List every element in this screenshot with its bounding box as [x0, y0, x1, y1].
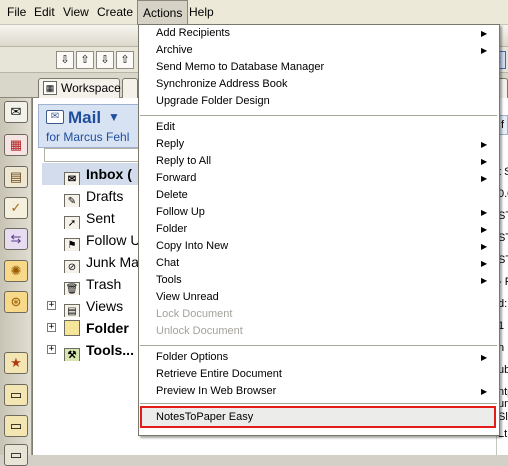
menu-retrieve-entire-document[interactable]: Retrieve Entire Document: [156, 366, 282, 383]
calendar-bookmark-icon[interactable]: ▦: [4, 134, 28, 156]
views-icon: ▤: [64, 304, 80, 317]
menu-reply[interactable]: Reply: [156, 136, 184, 153]
menu-create[interactable]: Create: [92, 0, 138, 25]
junk-mail-icon: ⊘: [64, 260, 80, 273]
menu-send-memo-db-manager[interactable]: Send Memo to Database Manager: [156, 59, 324, 76]
folder-bookmark-2-icon[interactable]: ▭: [4, 415, 28, 437]
search-box[interactable]: [44, 148, 144, 162]
menu-lock-document: Lock Document: [156, 308, 233, 320]
folder-bookmark-icon[interactable]: ▭: [4, 384, 28, 406]
menu-forward[interactable]: Forward: [156, 170, 196, 187]
menu-upgrade-folder-design[interactable]: Upgrade Folder Design: [156, 93, 270, 110]
nav-drafts[interactable]: ✎ Drafts: [64, 185, 144, 207]
submenu-arrow-icon: ▶: [481, 157, 488, 166]
down-arrow-icon[interactable]: ⇩: [56, 51, 74, 69]
menu-notestopaper-easy[interactable]: NotesToPaper Easy: [156, 409, 253, 426]
submenu-arrow-icon: ▶: [481, 140, 488, 149]
menu-folder[interactable]: Folder: [156, 221, 187, 238]
mail-bookmark-icon[interactable]: ✉: [4, 101, 28, 123]
nav-trash[interactable]: 🗑 Trash: [64, 273, 144, 295]
mail-envelope-icon: ✉: [46, 110, 64, 124]
submenu-arrow-icon: ▶: [481, 46, 488, 55]
submenu-arrow-icon: ▶: [481, 225, 488, 234]
nav-views-label: Views: [86, 298, 124, 314]
submenu-arrow-icon: ▶: [481, 174, 488, 183]
nav-trash-label: Trash: [86, 276, 122, 292]
sent-icon: ➚: [64, 216, 80, 229]
mail-owner: for Marcus Fehl: [46, 130, 130, 144]
trash-icon: 🗑: [64, 282, 80, 295]
next-up-icon[interactable]: ⇧: [116, 51, 134, 69]
starred-folder-icon[interactable]: ★: [4, 352, 28, 374]
menu-archive[interactable]: Archive: [156, 42, 193, 59]
contacts-bookmark-icon[interactable]: ▤: [4, 166, 28, 188]
submenu-arrow-icon: ▶: [481, 29, 488, 38]
menu-edit-item[interactable]: Edit: [156, 119, 175, 136]
nav-inbox-label: Inbox (: [86, 166, 132, 182]
nav-sent-label: Sent: [86, 210, 115, 226]
menu-tools[interactable]: Tools: [156, 272, 182, 289]
folder-icon: [64, 320, 80, 336]
menu-view-unread[interactable]: View Unread: [156, 289, 219, 306]
databases-bookmark-icon[interactable]: ⊛: [4, 291, 28, 313]
replicator-bookmark-icon[interactable]: ⇆: [4, 228, 28, 250]
submenu-arrow-icon: ▶: [481, 259, 488, 268]
tools-icon: ⚒: [64, 348, 80, 361]
nav-tools-label: Tools...: [86, 342, 134, 358]
nav-views[interactable]: ▤ Views: [64, 295, 144, 317]
menu-folder-options[interactable]: Folder Options: [156, 349, 228, 366]
menu-view[interactable]: View: [58, 0, 94, 25]
menu-delete[interactable]: Delete: [156, 187, 188, 204]
submenu-arrow-icon: ▶: [481, 387, 488, 396]
workspace-icon: ▦: [43, 81, 57, 95]
follow-up-icon: ⚑: [64, 238, 80, 251]
tools-expander[interactable]: +: [47, 345, 56, 354]
nav-follow-up-label: Follow U: [86, 232, 141, 248]
mail-title[interactable]: Mail: [68, 108, 101, 128]
submenu-arrow-icon: ▶: [481, 208, 488, 217]
menu-edit[interactable]: Edit: [29, 0, 60, 25]
menu-copy-into-new[interactable]: Copy Into New: [156, 238, 228, 255]
nav-sent[interactable]: ➚ Sent: [64, 207, 144, 229]
submenu-arrow-icon: ▶: [481, 276, 488, 285]
nav-folders-label: Folder: [86, 320, 129, 336]
favorites-bookmark-icon[interactable]: ✺: [4, 260, 28, 282]
todo-bookmark-icon[interactable]: ✓: [4, 197, 28, 219]
nav-drafts-label: Drafts: [86, 188, 124, 204]
tab-workspace-label: Workspace: [61, 81, 121, 95]
nav-follow-up[interactable]: ⚑ Follow U: [64, 229, 144, 251]
drafts-icon: ✎: [64, 194, 80, 207]
tab-workspace[interactable]: ▦ Workspace: [38, 78, 121, 98]
folders-expander[interactable]: +: [47, 323, 56, 332]
nav-junk-label: Junk Ma: [86, 254, 139, 270]
next-down-icon[interactable]: ⇩: [96, 51, 114, 69]
menu-preview-in-web-browser[interactable]: Preview In Web Browser: [156, 383, 276, 400]
menu-chat[interactable]: Chat: [156, 255, 179, 272]
menu-reply-to-all[interactable]: Reply to All: [156, 153, 211, 170]
menu-unlock-document: Unlock Document: [156, 325, 243, 337]
menu-separator: [140, 115, 497, 116]
menu-file[interactable]: File: [2, 0, 31, 25]
tab-second[interactable]: [122, 78, 138, 98]
submenu-arrow-icon: ▶: [481, 242, 488, 251]
folder-bookmark-3-icon[interactable]: ▭: [4, 444, 28, 466]
menu-synchronize-address-book[interactable]: Synchronize Address Book: [156, 76, 287, 93]
nav-junk[interactable]: ⊘ Junk Ma: [64, 251, 144, 273]
menu-separator: [140, 345, 497, 346]
inbox-icon: ✉: [64, 172, 80, 185]
menu-separator: [140, 403, 497, 404]
chevron-down-icon[interactable]: ▼: [108, 110, 120, 124]
up-arrow-icon[interactable]: ⇧: [76, 51, 94, 69]
submenu-arrow-icon: ▶: [481, 353, 488, 362]
nav-tools[interactable]: ⚒ Tools...: [64, 339, 144, 361]
menu-follow-up[interactable]: Follow Up: [156, 204, 205, 221]
nav-inbox[interactable]: ✉ Inbox (: [42, 163, 142, 185]
views-expander[interactable]: +: [47, 301, 56, 310]
menu-add-recipients[interactable]: Add Recipients: [156, 25, 230, 42]
menu-actions[interactable]: Actions: [137, 0, 189, 25]
menu-bar: File Edit View Create Actions Help: [0, 0, 508, 25]
menu-help[interactable]: Help: [184, 0, 219, 25]
nav-folders[interactable]: Folder: [64, 317, 144, 339]
